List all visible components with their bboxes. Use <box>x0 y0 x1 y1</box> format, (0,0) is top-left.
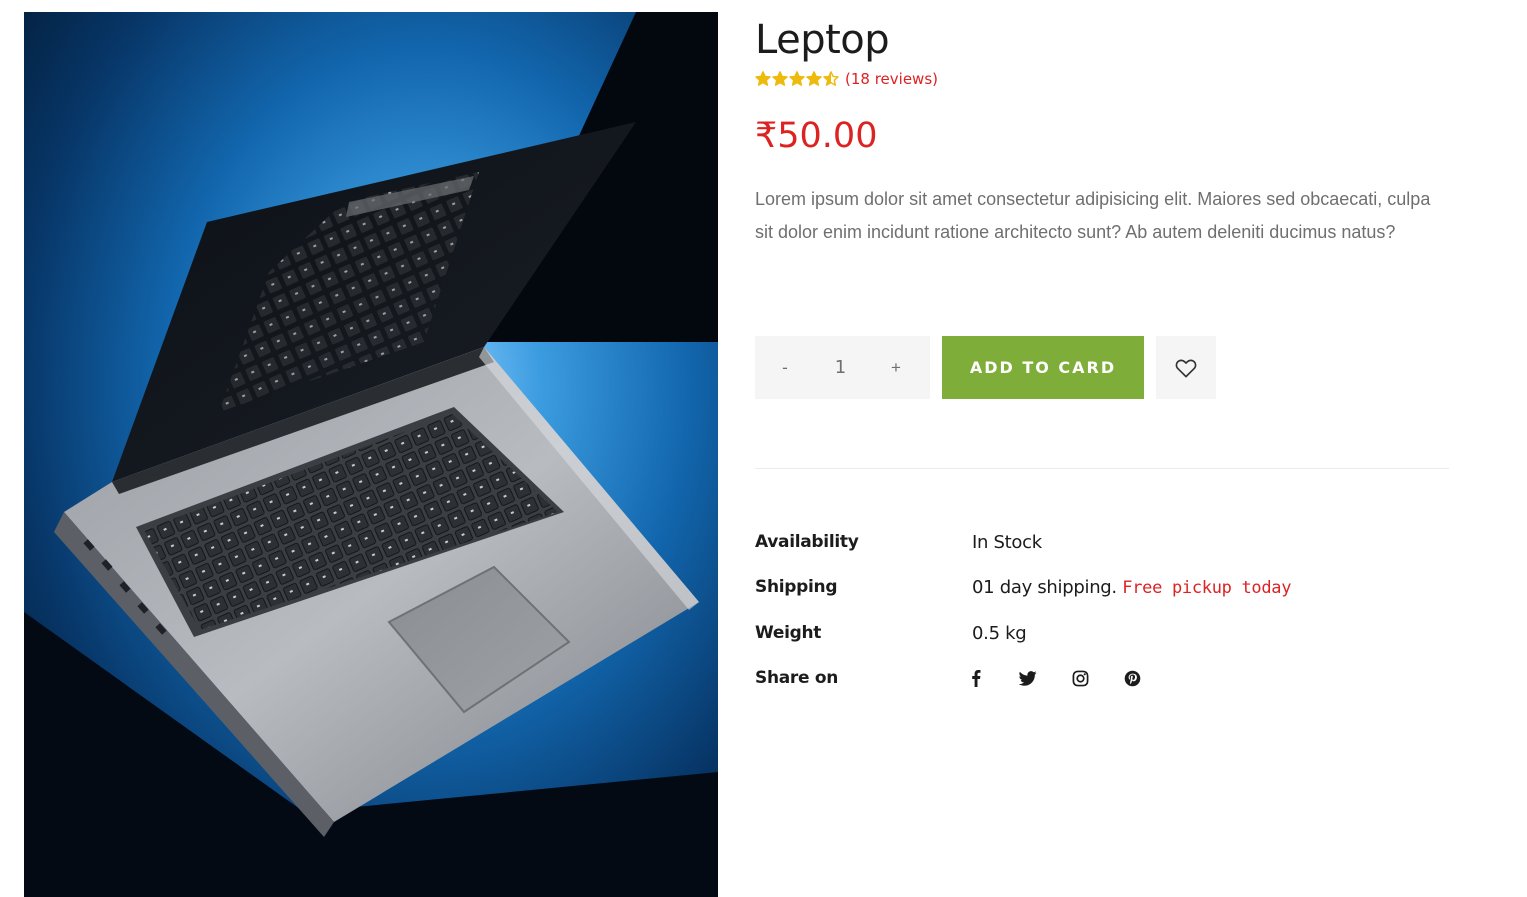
shipping-label: Shipping <box>755 577 838 597</box>
product-price: ₹50.00 <box>755 116 878 156</box>
product-description: Lorem ipsum dolor sit amet consectetur a… <box>755 189 1431 242</box>
share-label: Share on <box>755 668 839 688</box>
product-rating[interactable]: (18 reviews) <box>755 67 938 91</box>
shipping-value: 01 day shipping. <box>972 576 1117 598</box>
star-rating <box>755 71 840 87</box>
star-full-icon <box>806 71 822 86</box>
shipping-value-wrap: 01 day shipping. Free pickup today <box>972 577 1291 598</box>
pinterest-icon[interactable] <box>1118 664 1146 692</box>
product-title: Leptop <box>755 17 890 63</box>
quantity-input[interactable]: 1 <box>821 357 861 378</box>
review-count[interactable]: (18 reviews) <box>845 70 938 88</box>
share-row: Share on <box>755 663 1449 693</box>
star-full-icon <box>755 71 771 86</box>
star-full-icon <box>772 71 788 86</box>
instagram-icon[interactable] <box>1066 664 1094 692</box>
laptop-illustration <box>24 12 718 897</box>
shipping-row: Shipping 01 day shipping. Free pickup to… <box>755 572 1449 602</box>
wishlist-button[interactable] <box>1156 336 1216 399</box>
quantity-increment-button[interactable]: + <box>878 358 914 378</box>
availability-label: Availability <box>755 532 859 552</box>
star-full-icon <box>789 71 805 86</box>
product-details-page: Leptop (18 reviews) ₹50.00 Lorem ipsum d… <box>0 0 1527 897</box>
availability-row: Availability In Stock <box>755 527 1449 557</box>
facebook-icon[interactable] <box>962 664 990 692</box>
heart-icon <box>1175 359 1197 377</box>
divider <box>755 468 1449 469</box>
add-to-cart-button[interactable]: ADD TO CARD <box>942 336 1144 399</box>
weight-label: Weight <box>755 623 822 643</box>
quantity-stepper[interactable]: - 1 + <box>755 336 930 399</box>
twitter-icon[interactable] <box>1014 664 1042 692</box>
availability-value: In Stock <box>972 531 1042 553</box>
star-half-icon <box>823 71 839 86</box>
quantity-decrement-button[interactable]: - <box>767 358 803 378</box>
free-pickup-note: Free pickup today <box>1122 577 1292 598</box>
weight-row: Weight 0.5 kg <box>755 618 1449 648</box>
product-image[interactable] <box>24 12 718 897</box>
share-icons <box>962 664 1170 692</box>
weight-value: 0.5 kg <box>972 622 1027 644</box>
